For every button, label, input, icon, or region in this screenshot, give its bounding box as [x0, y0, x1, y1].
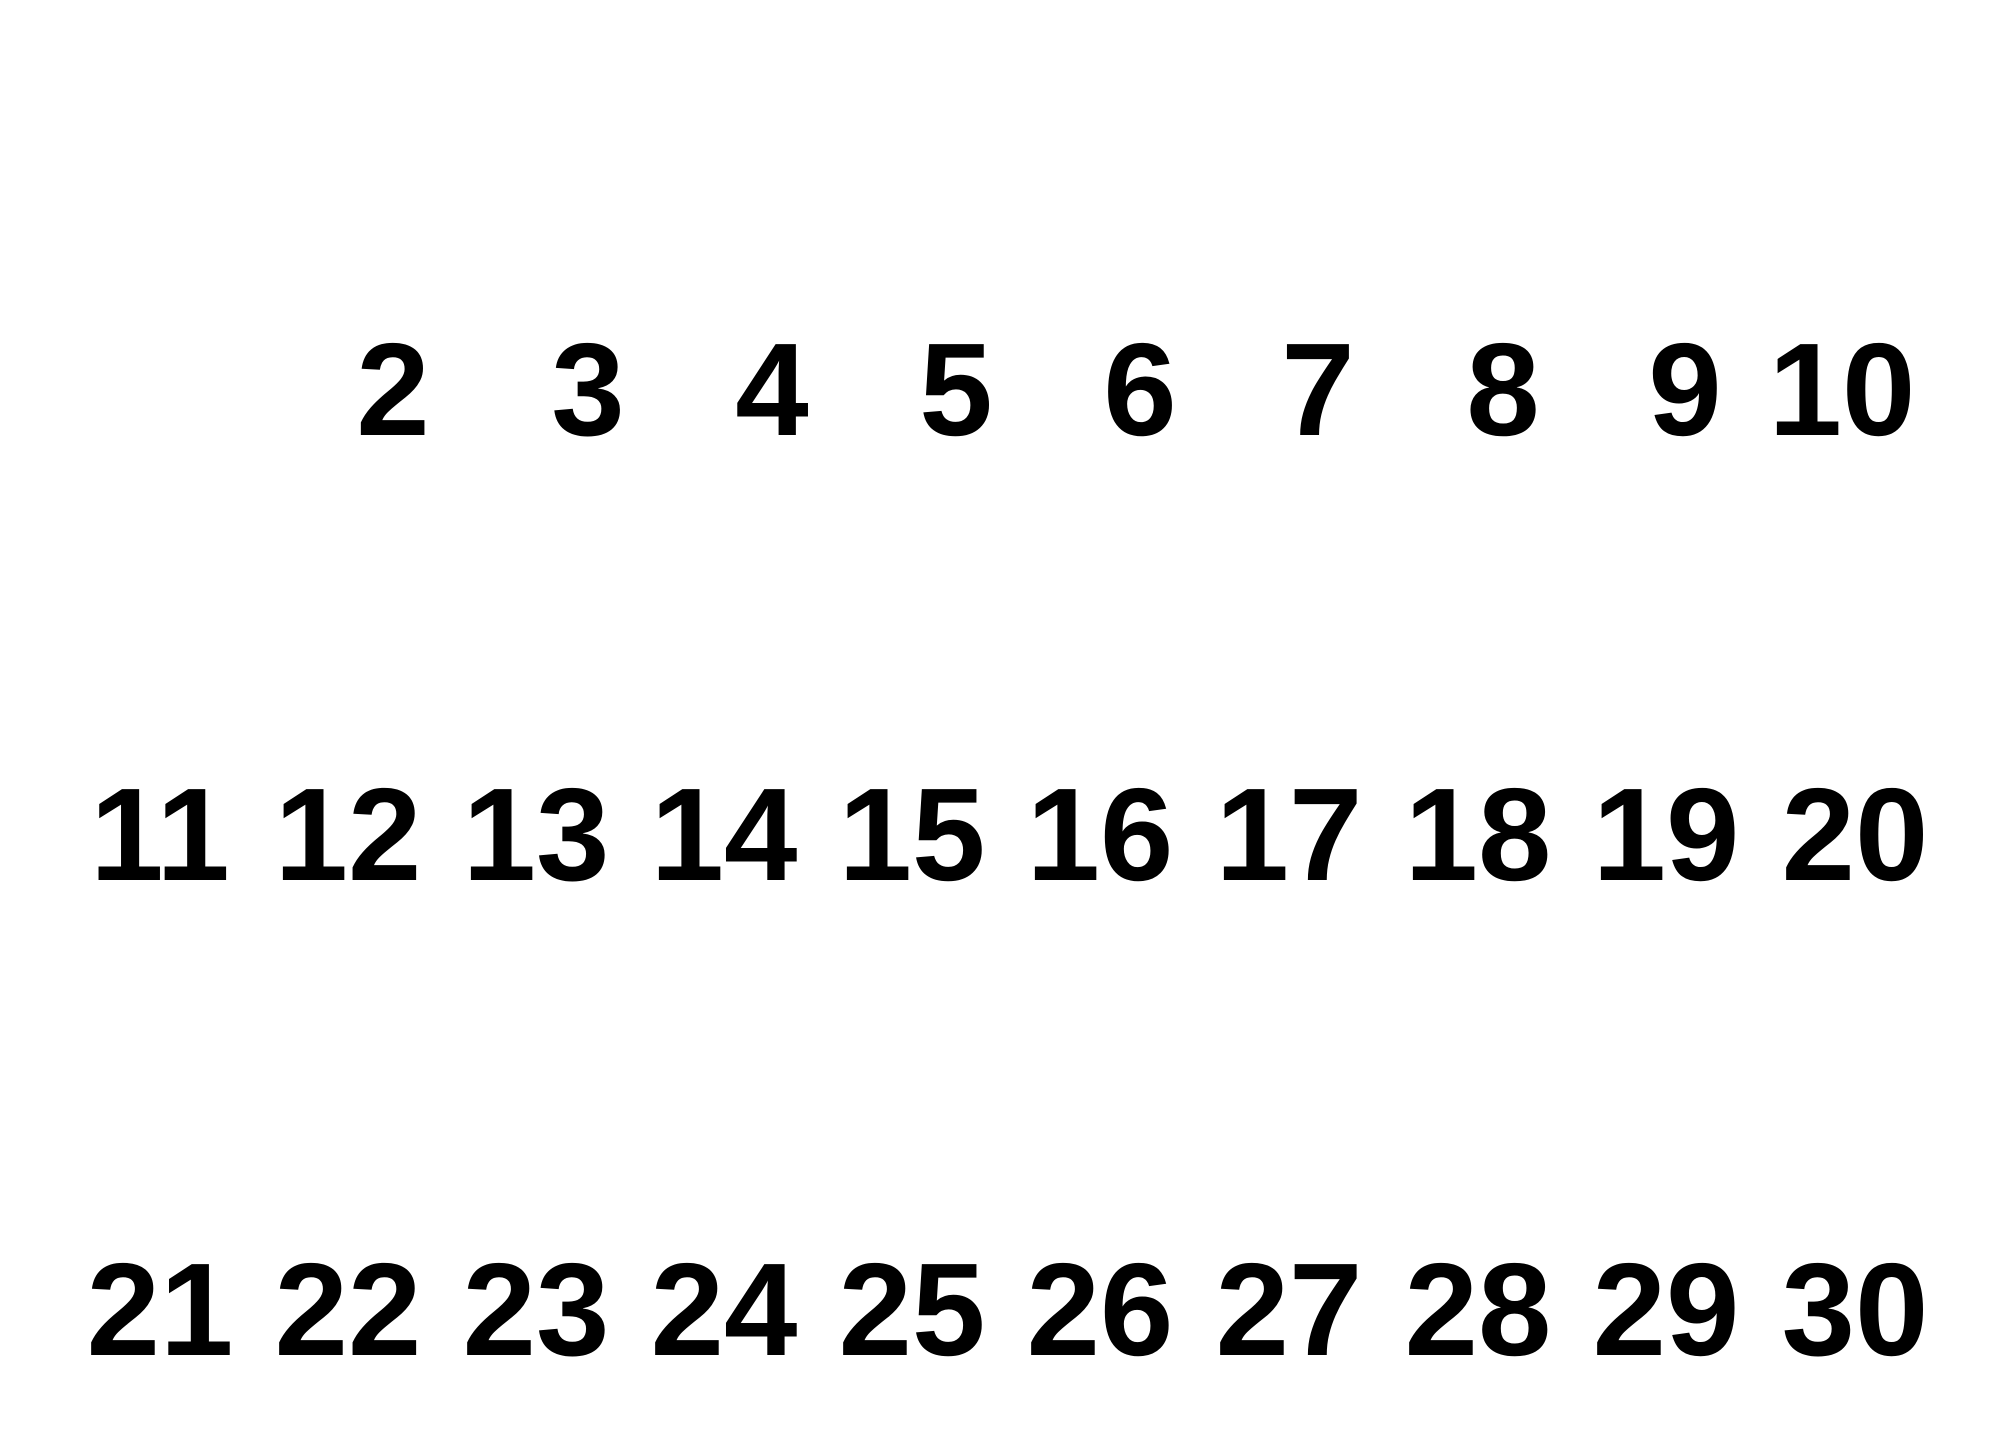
number-7: 7 — [1281, 316, 1355, 463]
number-13: 13 — [462, 761, 610, 908]
number-21: 21 — [86, 1236, 234, 1383]
number-22: 22 — [274, 1236, 422, 1383]
number-24: 24 — [650, 1236, 798, 1383]
number-8: 8 — [1466, 316, 1540, 463]
number-27: 27 — [1215, 1236, 1363, 1383]
number-row-3: 21 22 23 24 25 26 27 28 29 30 — [0, 1230, 2000, 1390]
number-20: 20 — [1781, 761, 1929, 908]
number-10: 10 — [1768, 316, 1916, 463]
number-30: 30 — [1781, 1236, 1929, 1383]
number-23: 23 — [462, 1236, 610, 1383]
number-12: 12 — [274, 761, 422, 908]
number-14: 14 — [650, 761, 798, 908]
number-row-2: 11 12 13 14 15 16 17 18 19 20 — [0, 755, 2000, 915]
number-6: 6 — [1103, 316, 1177, 463]
number-4: 4 — [735, 316, 809, 463]
number-15: 15 — [838, 761, 986, 908]
number-28: 28 — [1404, 1236, 1552, 1383]
number-9: 9 — [1648, 316, 1722, 463]
number-29: 29 — [1592, 1236, 1740, 1383]
number-5: 5 — [919, 316, 993, 463]
number-19: 19 — [1592, 761, 1740, 908]
number-16: 16 — [1026, 761, 1174, 908]
number-25: 25 — [838, 1236, 986, 1383]
number-26: 26 — [1026, 1236, 1174, 1383]
number-17: 17 — [1215, 761, 1363, 908]
number-3: 3 — [551, 316, 625, 463]
number-row-1: 2 3 4 5 6 7 8 9 10 — [0, 310, 2000, 470]
number-2: 2 — [356, 316, 430, 463]
number-18: 18 — [1404, 761, 1552, 908]
number-11: 11 — [90, 761, 230, 908]
